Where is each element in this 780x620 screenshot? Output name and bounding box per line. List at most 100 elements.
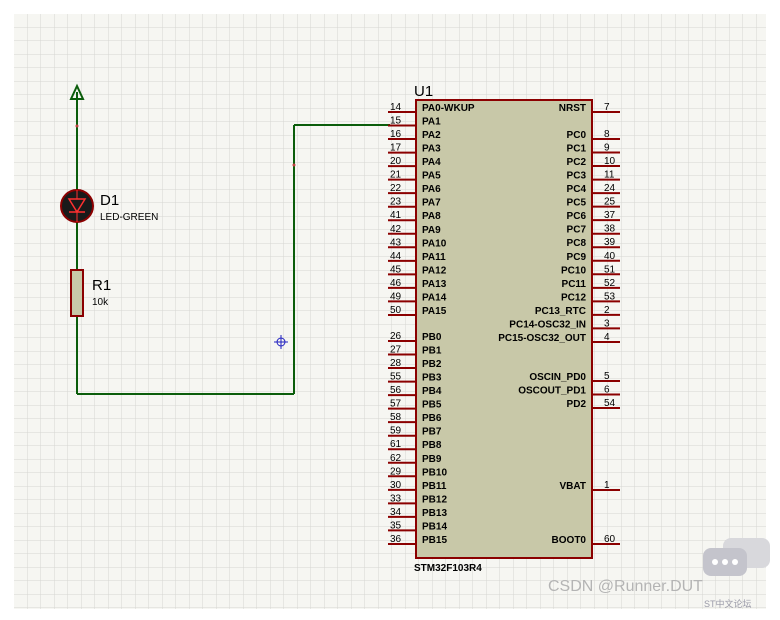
pin-number: 9 [604, 143, 610, 154]
pin-number: 54 [604, 398, 616, 409]
pin-number: 17 [390, 143, 402, 154]
pin-name: PB7 [422, 427, 442, 438]
pin-name: PB10 [422, 467, 447, 478]
pin-name: BOOT0 [552, 535, 587, 546]
pin-number: 41 [390, 210, 402, 221]
chip-pin-left[interactable]: 14 PA0-WKUP [388, 102, 475, 114]
pin-number: 16 [390, 129, 402, 140]
pin-name: PB12 [422, 494, 447, 505]
pin-number: 11 [604, 170, 615, 181]
pin-number: 62 [390, 453, 402, 464]
wire-node-dot [75, 124, 79, 128]
pin-name: PC6 [567, 211, 587, 222]
led-d1[interactable] [60, 189, 94, 223]
pin-number: 30 [390, 480, 402, 491]
pin-name: PB1 [422, 346, 442, 357]
pin-name: PC8 [567, 238, 587, 249]
pin-name: VBAT [560, 481, 586, 492]
chip-part-label: STM32F103R4 [414, 563, 482, 574]
pin-number: 26 [390, 331, 402, 342]
pin-name: PA6 [422, 184, 441, 195]
chat-bubble-icon [703, 538, 770, 576]
schematic-canvas[interactable]: D1 LED-GREEN R1 10k U1 STM32F103R4 14 PA0… [0, 0, 780, 620]
pin-number: 33 [390, 493, 402, 504]
pin-name: PC9 [567, 252, 587, 263]
pin-name: PB15 [422, 535, 447, 546]
pin-number: 1 [604, 480, 610, 491]
chip-ref-label: U1 [414, 83, 433, 100]
pin-name: PA11 [422, 252, 446, 263]
pin-name: PB8 [422, 440, 442, 451]
pin-name: PA2 [422, 130, 441, 141]
pin-number: 10 [604, 156, 616, 167]
pin-name: PC11 [562, 279, 587, 290]
pin-number: 34 [390, 507, 402, 518]
pin-number: 42 [390, 224, 402, 235]
pin-name: PC10 [561, 265, 586, 276]
chip-pin-right[interactable]: 6 OSCOUT_PD1 [518, 385, 620, 397]
pin-name: OSCIN_PD0 [529, 372, 586, 383]
pin-number: 7 [604, 102, 610, 113]
pin-number: 37 [604, 210, 616, 221]
pin-number: 8 [604, 129, 610, 140]
watermark-subtext: ST中文论坛 [704, 599, 752, 609]
pin-name: PB6 [422, 413, 442, 424]
pin-name: PA1 [422, 117, 441, 128]
pin-name: PB11 [422, 481, 447, 492]
pin-name: PC2 [567, 157, 587, 168]
resistor-value-label: 10k [92, 297, 109, 308]
pin-name: PC12 [561, 292, 586, 303]
pin-name: PB9 [422, 454, 442, 465]
pin-number: 56 [390, 385, 402, 396]
pin-name: PB14 [422, 521, 447, 532]
resistor-r1[interactable] [70, 269, 84, 317]
pin-number: 3 [604, 318, 610, 329]
pin-number: 24 [604, 183, 616, 194]
pin-number: 14 [390, 102, 402, 113]
led-ref-label: D1 [100, 192, 119, 209]
pin-number: 27 [390, 345, 402, 356]
pin-name: PA12 [422, 265, 447, 276]
pin-name: PC7 [567, 225, 587, 236]
pin-number: 51 [604, 264, 616, 275]
pin-number: 53 [604, 291, 616, 302]
chip-pin-right[interactable]: 2 PC13_RTC [535, 305, 620, 317]
pin-name: PB2 [422, 359, 442, 370]
pin-name: PA7 [422, 198, 441, 209]
chip-pin-right[interactable]: 3 PC14-OSC32_IN [509, 318, 620, 330]
pin-number: 39 [604, 237, 616, 248]
led-value-label: LED-GREEN [100, 212, 158, 223]
pin-number: 36 [390, 534, 402, 545]
pin-number: 22 [390, 183, 402, 194]
pin-number: 58 [390, 412, 402, 423]
pin-name: NRST [559, 103, 586, 114]
pin-number: 28 [390, 358, 402, 369]
pin-name: PB3 [422, 373, 442, 384]
pin-number: 15 [390, 116, 402, 127]
pin-number: 38 [604, 224, 616, 235]
pin-number: 25 [604, 197, 616, 208]
pin-number: 50 [390, 305, 402, 316]
pin-number: 2 [604, 305, 610, 316]
pin-name: PB5 [422, 400, 442, 411]
pin-name: PC14-OSC32_IN [509, 319, 586, 330]
pin-name: PC13_RTC [535, 306, 586, 317]
pin-number: 29 [390, 466, 402, 477]
pin-name: PD2 [567, 399, 587, 410]
pin-number: 5 [604, 371, 610, 382]
chip-pin-right[interactable]: 60 BOOT0 [552, 534, 620, 546]
pin-name: PA0-WKUP [422, 103, 475, 114]
chip-pin-right[interactable]: 5 OSCIN_PD0 [529, 371, 620, 383]
pin-number: 49 [390, 291, 402, 302]
pin-name: PA15 [422, 306, 447, 317]
pin-name: OSCOUT_PD1 [518, 386, 586, 397]
wire-node-dot [292, 163, 296, 167]
pin-name: PA5 [422, 171, 441, 182]
resistor-ref-label: R1 [92, 277, 111, 294]
pin-name: PA4 [422, 157, 441, 168]
pin-name: PA10 [422, 238, 447, 249]
pin-number: 35 [390, 520, 402, 531]
pin-name: PA8 [422, 211, 441, 222]
pin-number: 52 [604, 278, 616, 289]
pin-name: PC3 [567, 171, 587, 182]
